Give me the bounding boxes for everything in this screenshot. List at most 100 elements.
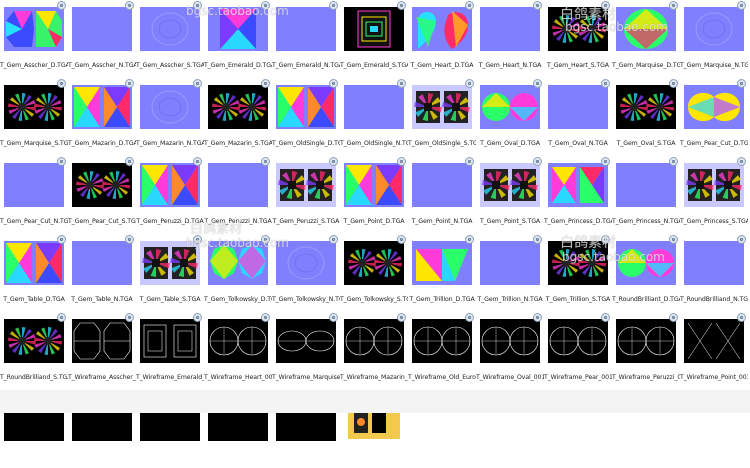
file-thumbnail <box>684 241 744 285</box>
file-item[interactable]: T_Gem_Emerald_S.TGA <box>340 0 408 78</box>
file-type-icon <box>329 1 338 10</box>
file-item[interactable]: T_Wireframe_Point_001... <box>680 312 748 390</box>
file-type-icon <box>57 157 66 166</box>
file-item[interactable]: T_Gem_Trillion_N.TGA <box>476 234 544 312</box>
file-type-icon <box>533 235 542 244</box>
file-name: T_Gem_Tolkowsky_S.TGA <box>340 296 408 303</box>
file-item[interactable]: T_Gem_Princess_D.TGA <box>544 156 612 234</box>
file-item[interactable]: T_Wireframe_Mazarin_0... <box>340 312 408 390</box>
file-type-icon <box>57 235 66 244</box>
file-name: T_Gem_Heart_D.TGA <box>410 62 474 69</box>
file-thumbnail <box>4 241 64 285</box>
file-item[interactable]: T_Wireframe_Heart_001... <box>204 312 272 390</box>
file-item[interactable]: T_Gem_Emerald_N.TGA <box>272 0 340 78</box>
file-item[interactable]: T_Wireframe_Emerald_0... <box>136 312 204 390</box>
file-item[interactable]: T_Gem_Pear_Cut_N.TGA <box>0 156 68 234</box>
file-type-icon <box>193 157 202 166</box>
file-item[interactable]: T_Gem_Point_D.TGA <box>340 156 408 234</box>
file-item[interactable]: T_Gem_Point_S.TGA <box>476 156 544 234</box>
file-type-icon <box>57 1 66 10</box>
file-item[interactable]: T_Gem_Trillion_S.TGA <box>544 234 612 312</box>
file-name: T_Gem_Table_N.TGA <box>71 296 133 303</box>
file-item[interactable]: T_Wireframe_Asscher_0... <box>68 312 136 390</box>
file-item[interactable]: T_Gem_Table_N.TGA <box>68 234 136 312</box>
file-name: T_Gem_OldSingle_D.TGA <box>272 140 340 147</box>
file-item[interactable]: T_Gem_Princess_N.TGA <box>612 156 680 234</box>
file-item[interactable]: T_Gem_Emerald_D.TGA <box>204 0 272 78</box>
file-item[interactable]: T_Gem_Marquise_N.TGA <box>680 0 748 78</box>
file-item[interactable]: T_Gem_Mazarin_N.TGA <box>136 78 204 156</box>
file-item[interactable]: T_Gem_Oval_N.TGA <box>544 78 612 156</box>
file-type-icon <box>669 313 678 322</box>
file-item[interactable]: T_Gem_OldSingle_S.TGA <box>408 78 476 156</box>
file-item[interactable]: T_Gem_Marquise_D.TGA <box>612 0 680 78</box>
file-item[interactable]: T_Gem_Oval_S.TGA <box>612 78 680 156</box>
file-name: T_RoundBrilliant_D.TGA <box>612 296 680 303</box>
file-type-icon <box>465 1 474 10</box>
file-item[interactable]: T_Gem_Mazarin_D.TGA <box>68 78 136 156</box>
file-type-icon <box>465 79 474 88</box>
file-type-icon <box>601 313 610 322</box>
file-thumbnail <box>72 163 132 207</box>
file-item[interactable]: T_Gem_Mazarin_S.TGA <box>204 78 272 156</box>
file-item[interactable]: T_Gem_Trillion_D.TGA <box>408 234 476 312</box>
file-thumbnail <box>548 241 608 285</box>
file-name: T_Gem_Peruzzi_S.TGA <box>272 218 340 225</box>
file-name: T_Gem_Oval_N.TGA <box>548 140 608 147</box>
file-type-icon <box>601 1 610 10</box>
file-type-icon <box>261 79 270 88</box>
file-item[interactable]: T_Gem_Pear_Cut_S.TGA <box>68 156 136 234</box>
file-name: T_Wireframe_Old_Euro... <box>408 374 476 381</box>
file-thumbnail <box>616 241 676 285</box>
file-item[interactable]: T_Gem_Tolkowsky_S.TGA <box>340 234 408 312</box>
file-thumbnail <box>208 85 268 129</box>
file-item[interactable]: T_Wireframe_Peruzzi_001... <box>612 312 680 390</box>
file-item[interactable]: T_Gem_Oval_D.TGA <box>476 78 544 156</box>
file-item[interactable]: T_Gem_Marquise_S.TGA <box>0 78 68 156</box>
file-item[interactable]: T_Gem_Peruzzi_D.TGA <box>136 156 204 234</box>
file-item[interactable]: T_Gem_Asscher_S.TGA <box>136 0 204 78</box>
file-item[interactable]: T_Gem_Asscher_D.TGA <box>0 0 68 78</box>
file-name: T_Gem_Emerald_S.TGA <box>340 62 408 69</box>
file-item[interactable]: T_Gem_Peruzzi_N.TGA <box>204 156 272 234</box>
file-item[interactable]: T_Gem_Heart_N.TGA <box>476 0 544 78</box>
file-item[interactable]: T_Gem_OldSingle_N.TGA <box>340 78 408 156</box>
file-item[interactable]: T_Wireframe_Oval_001... <box>476 312 544 390</box>
file-thumbnail <box>412 85 472 129</box>
file-name: T_Gem_Asscher_S.TGA <box>136 62 204 69</box>
file-thumbnail <box>140 7 200 51</box>
file-thumbnail <box>4 7 64 51</box>
file-item[interactable]: T_Gem_Table_D.TGA <box>0 234 68 312</box>
file-type-icon <box>261 1 270 10</box>
file-item[interactable]: T_Gem_Pear_Cut_D.TGA <box>680 78 748 156</box>
file-name: T_Gem_Heart_N.TGA <box>478 62 542 69</box>
file-item[interactable]: T_Wireframe_Marquise_... <box>272 312 340 390</box>
file-thumbnail <box>72 7 132 51</box>
file-type-icon <box>193 79 202 88</box>
file-item[interactable]: T_Gem_Tolkowsky_N.TGA <box>272 234 340 312</box>
file-item[interactable]: T_Wireframe_Pear_001... <box>544 312 612 390</box>
file-type-icon <box>397 157 406 166</box>
file-name: T_RoundBrilliand_S.TGA <box>0 374 68 381</box>
file-item[interactable]: T_Gem_Tolkowsky_D.TGA <box>204 234 272 312</box>
file-type-icon <box>465 313 474 322</box>
file-thumbnail <box>276 319 336 363</box>
file-item[interactable]: T_Gem_Princess_S.TGA <box>680 156 748 234</box>
file-item[interactable]: T_Wireframe_Old_Euro... <box>408 312 476 390</box>
file-item[interactable]: T_RoundBrilliant_D.TGA <box>612 234 680 312</box>
file-item[interactable]: T_RoundBrilliand_S.TGA <box>0 312 68 390</box>
file-item[interactable]: T_Gem_Point_N.TGA <box>408 156 476 234</box>
file-type-icon <box>533 157 542 166</box>
file-type-icon <box>737 79 746 88</box>
file-item[interactable]: T_Gem_OldSingle_D.TGA <box>272 78 340 156</box>
file-item[interactable]: T_Gem_Heart_D.TGA <box>408 0 476 78</box>
file-name: T_Gem_Oval_D.TGA <box>480 140 540 147</box>
file-name: T_Gem_Princess_N.TGA <box>612 218 680 225</box>
file-item[interactable]: T_Gem_Peruzzi_S.TGA <box>272 156 340 234</box>
file-item[interactable]: T_RoundBrilliand_N.TGA <box>680 234 748 312</box>
file-item[interactable]: T_Gem_Table_S.TGA <box>136 234 204 312</box>
file-item[interactable]: T_Gem_Heart_S.TGA <box>544 0 612 78</box>
file-type-icon <box>737 313 746 322</box>
file-item[interactable]: T_Gem_Asscher_N.TGA <box>68 0 136 78</box>
file-name: T_Wireframe_Marquise_... <box>272 374 340 381</box>
